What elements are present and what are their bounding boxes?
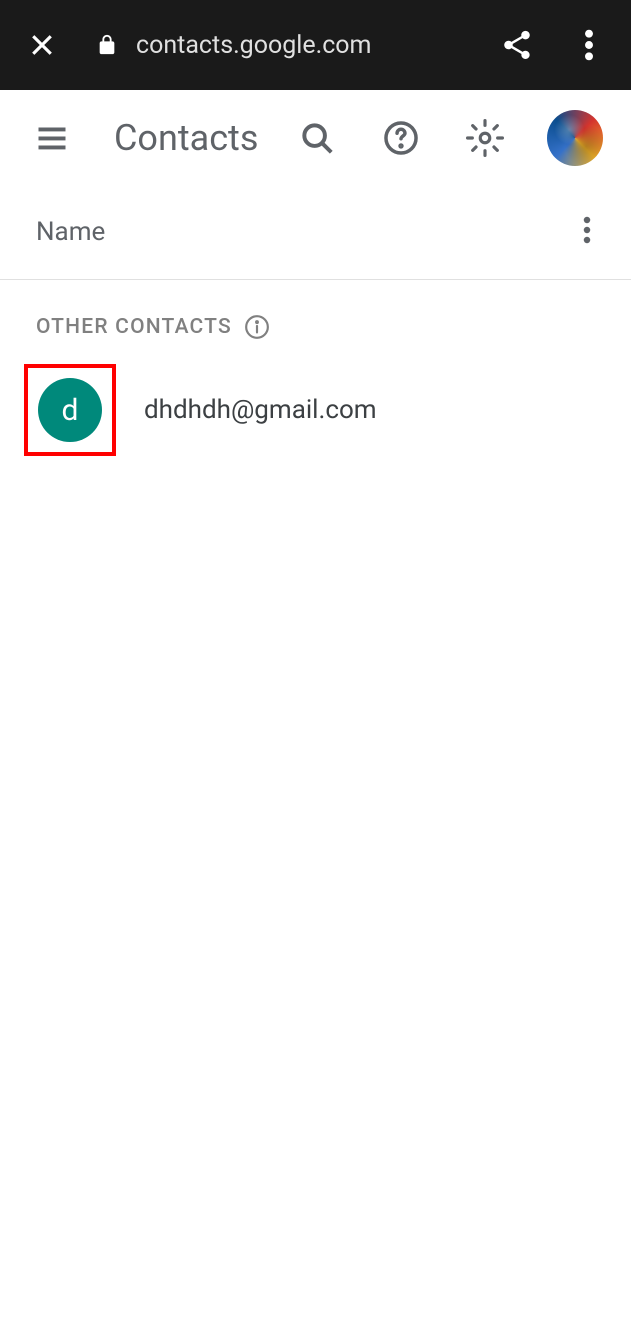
column-name-label: Name <box>36 217 105 247</box>
gear-icon[interactable] <box>463 116 507 160</box>
info-icon[interactable] <box>244 314 270 340</box>
list-more-icon[interactable] <box>579 211 595 253</box>
section-label: OTHER CONTACTS <box>36 315 232 339</box>
browser-address-bar: contacts.google.com <box>0 0 631 90</box>
column-header: Name <box>0 185 631 280</box>
contact-email: dhdhdh@gmail.com <box>144 395 377 425</box>
help-icon[interactable] <box>379 116 423 160</box>
share-icon[interactable] <box>499 27 535 63</box>
menu-icon[interactable] <box>28 114 76 162</box>
contact-row[interactable]: d dhdhdh@gmail.com <box>0 358 631 462</box>
avatar-initial: d <box>62 393 79 428</box>
avatar-highlight: d <box>24 364 116 456</box>
url-area[interactable]: contacts.google.com <box>96 31 499 60</box>
close-icon[interactable] <box>24 27 60 63</box>
app-header: Contacts <box>0 90 631 185</box>
contact-avatar[interactable]: d <box>38 378 102 442</box>
search-icon[interactable] <box>295 116 339 160</box>
more-vert-icon[interactable] <box>571 27 607 63</box>
section-header: OTHER CONTACTS <box>0 280 631 358</box>
page-url: contacts.google.com <box>136 31 371 60</box>
lock-icon <box>96 34 118 56</box>
profile-avatar[interactable] <box>547 110 603 166</box>
page-title: Contacts <box>114 117 258 159</box>
